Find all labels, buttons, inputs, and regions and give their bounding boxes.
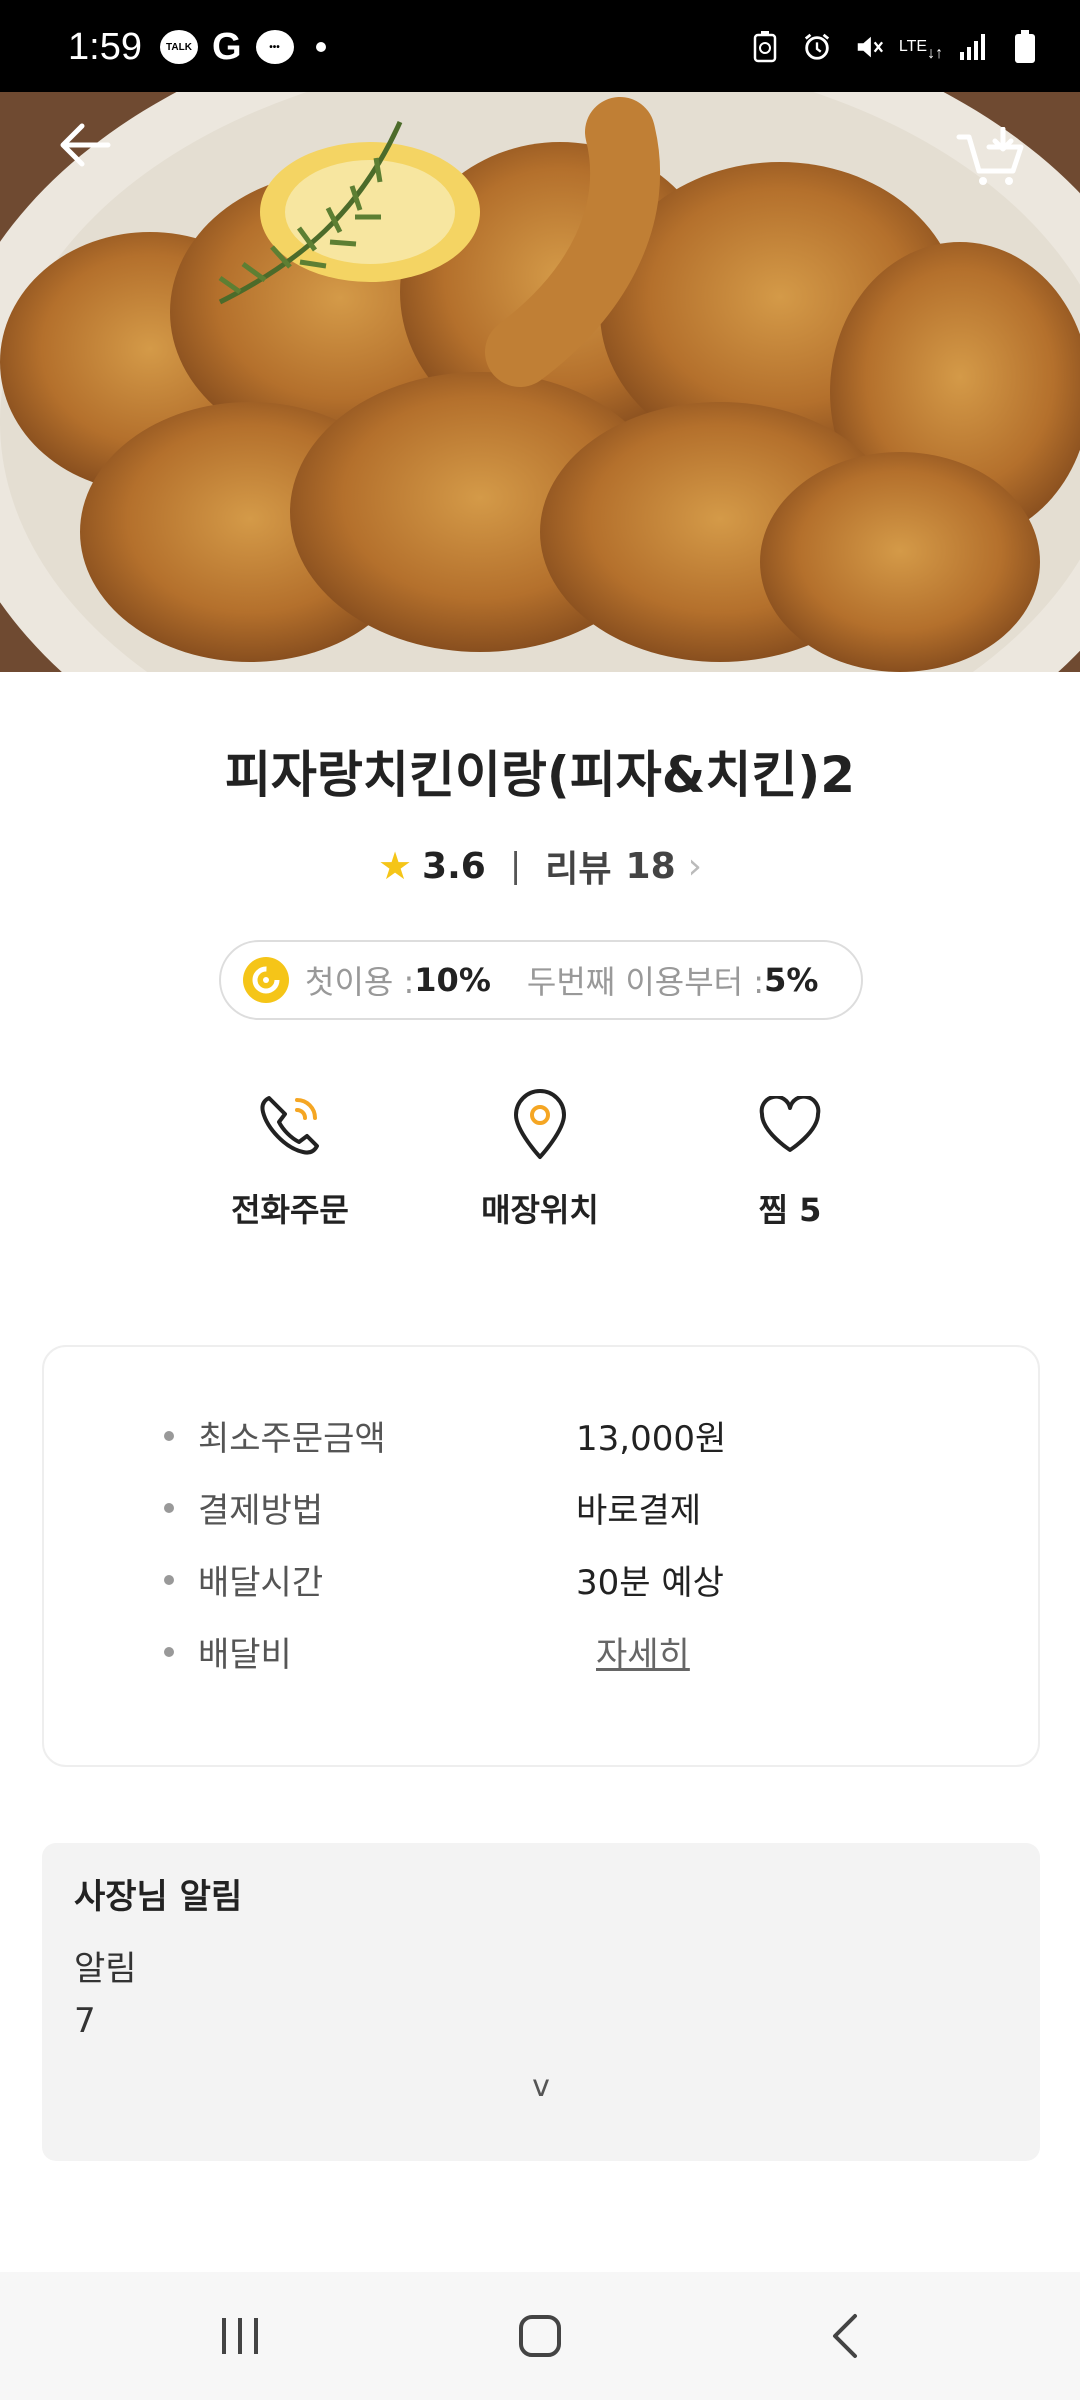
coupon-discount-pill: 첫이용 : 10% 두번째 이용부터 : 5% bbox=[219, 940, 863, 1020]
second-use-value: 5% bbox=[764, 961, 819, 999]
system-status-icons: LTE ↓↑ bbox=[750, 30, 1040, 64]
owner-notice-panel: 사장님 알림 알림 7 v bbox=[42, 1843, 1040, 2161]
payment-method-label: 결제방법 bbox=[198, 1491, 324, 1531]
kakaotalk-icon: TALK bbox=[160, 30, 198, 64]
store-name: 피자랑치킨이랑(피자&치킨)2 bbox=[224, 746, 856, 804]
home-button[interactable] bbox=[490, 2296, 590, 2376]
lte-icon: LTE ↓↑ bbox=[898, 38, 944, 62]
first-use-label: 첫이용 : bbox=[305, 963, 415, 1001]
delivery-time-label: 배달시간 bbox=[198, 1563, 324, 1603]
status-time: 1:59 bbox=[68, 26, 142, 68]
notification-icons: TALK G ••• bbox=[160, 26, 326, 68]
store-hero-image bbox=[0, 92, 1080, 672]
alarm-icon bbox=[802, 30, 832, 64]
review-label: 리뷰 bbox=[545, 849, 612, 890]
phone-order-label: 전화주문 bbox=[231, 1191, 349, 1229]
system-navigation-bar bbox=[0, 2272, 1080, 2400]
store-actions: 전화주문 매장위치 찜 5 bbox=[0, 1085, 1080, 1235]
bullet-icon bbox=[164, 1647, 174, 1657]
recent-apps-icon bbox=[222, 2318, 258, 2354]
second-use-label: 두번째 이용부터 : bbox=[526, 963, 765, 1001]
back-arrow-icon bbox=[60, 123, 111, 167]
google-icon: G bbox=[212, 26, 242, 68]
status-bar: 1:59 TALK G ••• LTE ↓↑ bbox=[0, 0, 1080, 92]
more-notifications-dot-icon bbox=[315, 42, 326, 52]
recent-apps-button[interactable] bbox=[190, 2296, 290, 2376]
back-button[interactable] bbox=[50, 110, 120, 180]
back-nav-button[interactable] bbox=[794, 2296, 894, 2376]
rating-review-row[interactable]: ★ 3.6 | 리뷰 18 › bbox=[0, 840, 1080, 892]
cart-button[interactable] bbox=[950, 122, 1030, 192]
cart-icon bbox=[956, 127, 1024, 185]
star-icon: ★ bbox=[377, 844, 413, 888]
store-location-label: 매장위치 bbox=[481, 1191, 599, 1229]
chevron-left-icon bbox=[833, 2314, 857, 2358]
bullet-icon bbox=[164, 1575, 174, 1585]
phone-icon bbox=[260, 1096, 319, 1155]
owner-notice-line: 알림 bbox=[74, 1949, 137, 1989]
delivery-time-value: 30분 예상 bbox=[576, 1563, 724, 1603]
chat-bubble-icon: ••• bbox=[255, 30, 294, 64]
coupon-c-icon bbox=[243, 957, 289, 1003]
bullet-icon bbox=[164, 1503, 174, 1513]
fried-chicken-photo bbox=[0, 92, 1080, 672]
mute-icon bbox=[854, 30, 884, 64]
store-detail-page: 1:59 TALK G ••• LTE ↓↑ 피자랑치킨이랑(피자&치킨)2 ★… bbox=[0, 0, 1080, 2400]
chevron-right-icon: › bbox=[687, 845, 703, 887]
first-use-value: 10% bbox=[414, 961, 491, 999]
store-info-card: 최소주문금액 13,000원 결제방법 바로결제 배달시간 30분 예상 배달비… bbox=[42, 1345, 1040, 1767]
heart-icon bbox=[759, 1096, 821, 1152]
home-icon bbox=[519, 2315, 561, 2357]
payment-method-value: 바로결제 bbox=[576, 1491, 702, 1531]
review-count: 18 bbox=[625, 845, 676, 887]
owner-notice-line: 7 bbox=[74, 2001, 96, 2041]
favorite-button[interactable]: 찜 5 bbox=[680, 1085, 900, 1231]
signal-icon bbox=[958, 30, 988, 64]
store-location-button[interactable]: 매장위치 bbox=[430, 1085, 650, 1231]
rating-value: 3.6 bbox=[422, 845, 486, 887]
rating-separator: | bbox=[509, 846, 522, 886]
phone-order-button[interactable]: 전화주문 bbox=[180, 1085, 400, 1231]
min-order-value: 13,000원 bbox=[576, 1419, 727, 1459]
delivery-fee-label: 배달비 bbox=[198, 1635, 292, 1675]
battery-icon bbox=[1010, 30, 1040, 64]
min-order-label: 최소주문금액 bbox=[198, 1419, 386, 1459]
owner-notice-title: 사장님 알림 bbox=[74, 1877, 243, 1917]
battery-saver-icon bbox=[750, 30, 780, 64]
delivery-fee-details-link[interactable]: 자세히 bbox=[596, 1627, 690, 1676]
favorite-label: 찜 5 bbox=[758, 1191, 822, 1229]
location-pin-icon bbox=[514, 1089, 566, 1159]
expand-notice-button[interactable]: v bbox=[42, 2069, 1040, 2104]
bullet-icon bbox=[164, 1431, 174, 1441]
